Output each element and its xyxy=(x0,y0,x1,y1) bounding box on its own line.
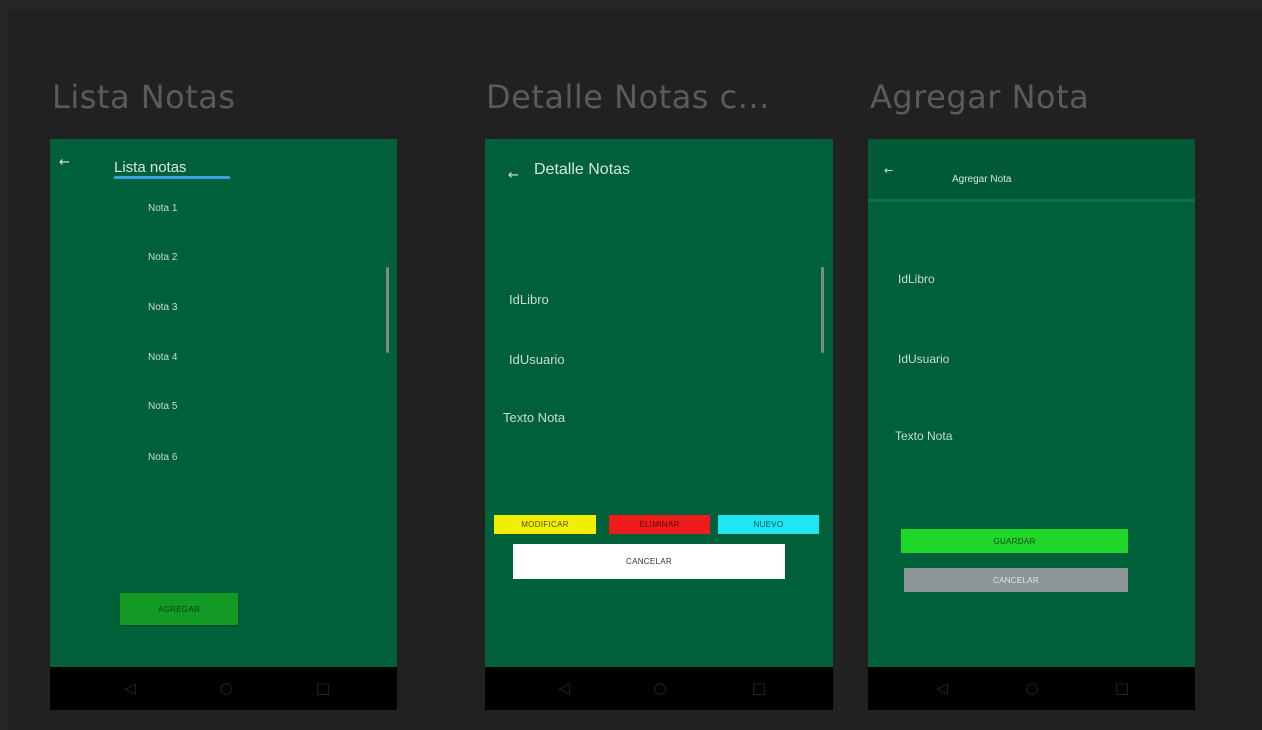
nav-recents-icon[interactable]: □ xyxy=(749,678,769,698)
list-item-nota-1[interactable]: Nota 1 xyxy=(148,203,177,214)
list-item-nota-3[interactable]: Nota 3 xyxy=(148,302,177,313)
nav-back-icon[interactable]: ◁ xyxy=(554,678,574,698)
agregar-button[interactable]: AGREGAR xyxy=(120,593,238,625)
phone-agregar: ← Agregar Nota IdLibro IdUsuario Texto N… xyxy=(868,139,1195,710)
back-arrow-icon[interactable]: ← xyxy=(508,169,519,182)
screen-title-lista: Lista Notas xyxy=(52,78,236,116)
nav-back-icon[interactable]: ◁ xyxy=(120,678,140,698)
lista-toolbar-title: Lista notas xyxy=(114,159,187,176)
app-bar xyxy=(868,139,1195,202)
back-arrow-icon[interactable]: ← xyxy=(59,156,70,169)
phone-lista: ← Lista notas Nota 1 Nota 2 Nota 3 Nota … xyxy=(50,139,397,710)
nav-recents-icon[interactable]: □ xyxy=(313,678,333,698)
detalle-screen: ← Detalle Notas IdLibro IdUsuario Texto … xyxy=(485,139,833,667)
phone-detalle: ← Detalle Notas IdLibro IdUsuario Texto … xyxy=(485,139,833,710)
nav-bar: ◁ ○ □ xyxy=(485,667,833,710)
field-texto-nota[interactable]: Texto Nota xyxy=(895,429,952,443)
nav-home-icon[interactable]: ○ xyxy=(216,678,236,698)
scrollbar[interactable] xyxy=(821,267,824,353)
eliminar-button[interactable]: ELIMINAR xyxy=(609,515,710,534)
field-idlibro[interactable]: IdLibro xyxy=(898,272,935,286)
nuevo-button[interactable]: NUEVO xyxy=(718,515,819,534)
screen-title-detalle: Detalle Notas c... xyxy=(486,78,770,116)
list-item-nota-6[interactable]: Nota 6 xyxy=(148,452,177,463)
nav-back-icon[interactable]: ◁ xyxy=(932,678,952,698)
cancelar-button[interactable]: CANCELAR xyxy=(513,544,785,579)
cancelar-button[interactable]: CANCELAR xyxy=(904,568,1128,592)
modificar-button[interactable]: MODIFICAR xyxy=(494,515,596,534)
scrollbar[interactable] xyxy=(386,267,389,353)
nav-bar: ◁ ○ □ xyxy=(50,667,397,710)
screen-title-agregar: Agregar Nota xyxy=(870,78,1090,116)
nav-home-icon[interactable]: ○ xyxy=(1022,678,1042,698)
list-item-nota-4[interactable]: Nota 4 xyxy=(148,352,177,363)
title-underline xyxy=(114,176,230,179)
lista-screen: ← Lista notas Nota 1 Nota 2 Nota 3 Nota … xyxy=(50,139,397,667)
field-texto-nota[interactable]: Texto Nota xyxy=(503,410,565,425)
field-idusuario[interactable]: IdUsuario xyxy=(898,352,949,366)
detalle-toolbar-title: Detalle Notas xyxy=(534,161,631,178)
agregar-toolbar-title: Agregar Nota xyxy=(952,174,1012,185)
list-item-nota-2[interactable]: Nota 2 xyxy=(148,252,177,263)
nav-home-icon[interactable]: ○ xyxy=(650,678,670,698)
field-idusuario[interactable]: IdUsuario xyxy=(509,352,565,367)
back-arrow-icon[interactable]: ← xyxy=(884,164,893,177)
design-canvas: Lista Notas ← Lista notas Nota 1 Nota 2 … xyxy=(8,10,1262,730)
guardar-button[interactable]: GUARDAR xyxy=(901,529,1128,553)
field-idlibro[interactable]: IdLibro xyxy=(509,292,549,307)
agregar-screen: ← Agregar Nota IdLibro IdUsuario Texto N… xyxy=(868,139,1195,667)
nav-bar: ◁ ○ □ xyxy=(868,667,1195,710)
list-item-nota-5[interactable]: Nota 5 xyxy=(148,401,177,412)
nav-recents-icon[interactable]: □ xyxy=(1112,678,1132,698)
